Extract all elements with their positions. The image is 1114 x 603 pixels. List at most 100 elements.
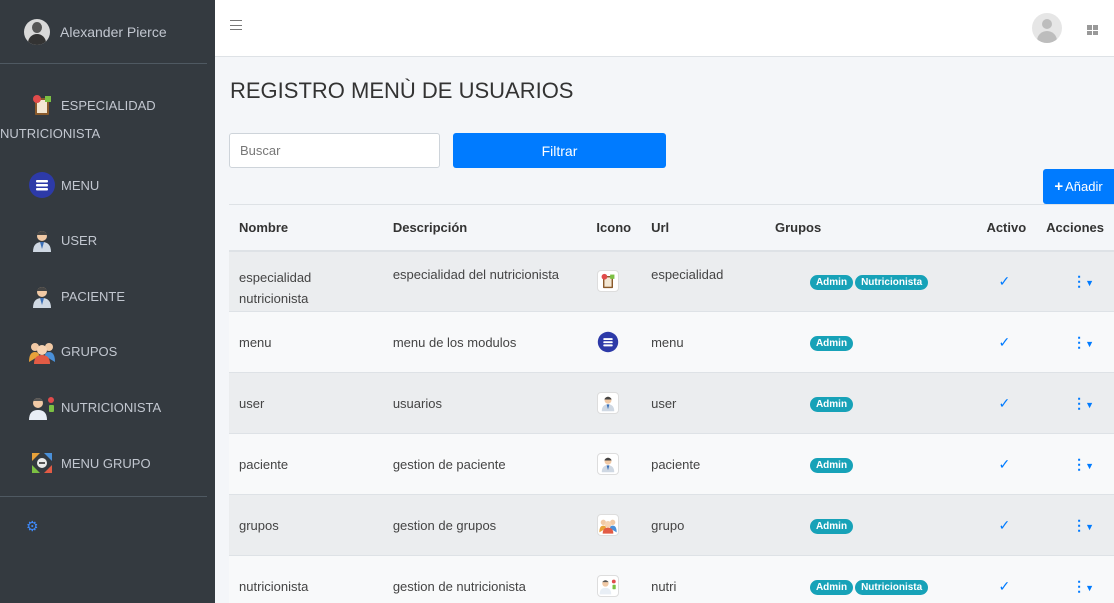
sidebar-item-nutricionista[interactable]: NUTRICIONISTA	[0, 392, 161, 422]
col-acciones[interactable]: Acciones	[1036, 204, 1114, 252]
add-button[interactable]: + Añadir	[1043, 169, 1114, 204]
avatar[interactable]	[1032, 13, 1062, 43]
cell-activo: ✓	[976, 494, 1037, 556]
sidebar: Alexander Pierce ESPECIALIDAD NUTRICIONI…	[0, 0, 215, 603]
cell-activo: ✓	[976, 555, 1037, 603]
col-descripcion[interactable]: Descripción	[382, 204, 587, 252]
cell-acciones: ⋮▼	[1036, 311, 1114, 373]
group-badge: Admin	[809, 457, 854, 473]
cell-icono	[586, 250, 642, 312]
cell-grupos: Admin	[764, 311, 977, 373]
sidebar-item-paciente[interactable]: PACIENTE	[0, 281, 125, 311]
sidebar-item-sublabel: NUTRICIONISTA	[0, 126, 101, 141]
cell-url: especialidad	[641, 250, 765, 312]
actions-dropdown-icon[interactable]: ⋮▼	[1046, 517, 1094, 533]
sidebar-item-label: NUTRICIONISTA	[61, 399, 162, 415]
actions-dropdown-icon[interactable]: ⋮▼	[1046, 456, 1094, 472]
cell-acciones: ⋮▼	[1036, 494, 1114, 556]
cell-url: menu	[641, 311, 765, 373]
sidebar-item-label: MENU	[61, 177, 100, 193]
sidebar-divider	[0, 496, 207, 497]
group-badge: Admin	[809, 274, 854, 290]
cell-acciones: ⋮▼	[1036, 372, 1114, 434]
user-panel[interactable]: Alexander Pierce	[0, 0, 207, 64]
cell-descripcion: gestion de paciente	[382, 433, 587, 495]
col-grupos[interactable]: Grupos	[764, 204, 977, 252]
add-button-label: Añadir	[1065, 179, 1103, 194]
menu-table: Nombre Descripción Icono Url Grupos Acti…	[229, 204, 1114, 603]
cell-icono	[586, 555, 642, 603]
hamburger-icon[interactable]	[230, 20, 242, 30]
doctor-patient-icon	[597, 453, 620, 475]
cell-icono	[586, 311, 642, 373]
cell-grupos: Admin	[764, 372, 977, 434]
col-nombre[interactable]: Nombre	[229, 204, 383, 252]
cell-url: user	[641, 372, 765, 434]
grid-icon[interactable]	[1087, 25, 1098, 35]
col-icono[interactable]: Icono	[586, 204, 642, 252]
cogs-icon[interactable]: ⚙	[26, 518, 39, 535]
filter-button[interactable]: Filtrar	[453, 133, 666, 168]
sidebar-item-user[interactable]: USER	[0, 225, 97, 255]
sidebar-item-menu[interactable]: MENU	[0, 170, 99, 200]
check-icon: ✓	[998, 516, 1011, 533]
nutritionist-icon	[27, 392, 57, 422]
sidebar-item-especialidad[interactable]: ESPECIALIDAD	[0, 90, 156, 120]
cell-descripcion: gestion de nutricionista	[382, 555, 587, 603]
cell-nombre: nutricionista	[229, 555, 383, 603]
table-row: menu menu de los modulos menu Admin ✓ ⋮▼	[229, 311, 1114, 373]
actions-dropdown-icon[interactable]: ⋮▼	[1046, 395, 1094, 411]
group-people-icon	[597, 514, 620, 536]
check-icon: ✓	[998, 272, 1011, 289]
group-badge: Nutricionista	[855, 274, 929, 290]
cell-grupos: Admin Nutricionista	[764, 250, 977, 312]
cell-grupos: Admin	[764, 494, 977, 556]
sidebar-item-label: PACIENTE	[61, 288, 126, 304]
menu-circle-icon	[597, 331, 619, 353]
plus-icon: +	[1054, 178, 1064, 195]
check-icon: ✓	[998, 333, 1011, 350]
user-avatar	[24, 18, 50, 45]
doctor-user-icon	[597, 392, 620, 414]
cell-descripcion: especialidad del nutricionista	[382, 250, 587, 312]
sidebar-item-label: USER	[61, 232, 98, 248]
cell-activo: ✓	[976, 372, 1037, 434]
doctor-user-icon	[27, 225, 57, 255]
cell-nombre: paciente	[229, 433, 383, 495]
sidebar-item-grupos[interactable]: GRUPOS	[0, 336, 117, 366]
cell-nombre: menu	[229, 311, 383, 373]
menu-group-icon	[27, 448, 57, 478]
group-badge: Admin	[809, 579, 854, 595]
sidebar-item-label: GRUPOS	[61, 343, 118, 359]
cell-nombre: user	[229, 372, 383, 434]
search-input[interactable]	[229, 133, 440, 168]
page-title: REGISTRO MENÙ DE USUARIOS	[230, 78, 574, 103]
cell-descripcion: usuarios	[382, 372, 587, 434]
table-row: especialidad nutricionista especialidad …	[229, 250, 1114, 312]
cell-activo: ✓	[976, 311, 1037, 373]
cell-activo: ✓	[976, 250, 1037, 312]
check-icon: ✓	[998, 455, 1011, 472]
user-name[interactable]: Alexander Pierce	[60, 24, 167, 40]
doctor-patient-icon	[27, 281, 57, 311]
cell-url: grupo	[641, 494, 765, 556]
cell-grupos: Admin	[764, 433, 977, 495]
cell-acciones: ⋮▼	[1036, 555, 1114, 603]
sidebar-item-menu-grupo[interactable]: MENU GRUPO	[0, 448, 151, 478]
cell-grupos: Admin Nutricionista	[764, 555, 977, 603]
cell-acciones: ⋮▼	[1036, 433, 1114, 495]
col-activo[interactable]: Activo	[976, 204, 1037, 252]
col-url[interactable]: Url	[641, 204, 765, 252]
cell-icono	[586, 494, 642, 556]
sidebar-item-label: MENU GRUPO	[61, 455, 151, 471]
group-badge: Admin	[809, 335, 854, 351]
cell-url: paciente	[641, 433, 765, 495]
cell-icono	[586, 433, 642, 495]
actions-dropdown-icon[interactable]: ⋮▼	[1046, 578, 1094, 594]
diet-board-icon	[597, 270, 620, 293]
cell-acciones: ⋮▼	[1036, 250, 1114, 312]
group-badge: Admin	[809, 396, 854, 412]
actions-dropdown-icon[interactable]: ⋮▼	[1046, 273, 1094, 289]
actions-dropdown-icon[interactable]: ⋮▼	[1046, 334, 1094, 350]
table-header-row: Nombre Descripción Icono Url Grupos Acti…	[229, 204, 1114, 252]
